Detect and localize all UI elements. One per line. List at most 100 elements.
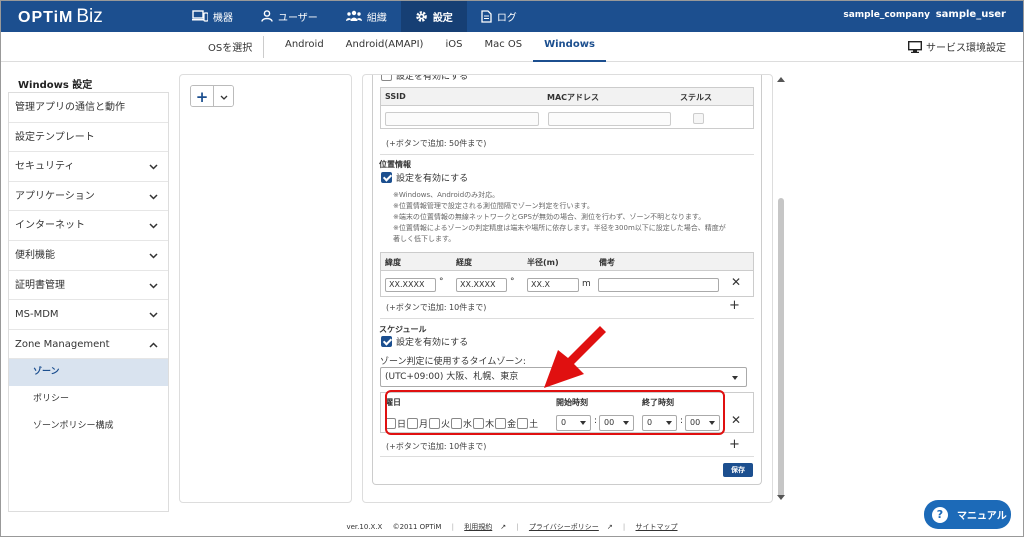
os-tabs: Android Android(AMAPI) iOS Mac OS Window… — [274, 32, 606, 62]
settings-form: 設定を有効にする SSID MACアドレス ステルス (+ボタンで追加: 50件… — [372, 75, 762, 485]
sidebar-item-utilities[interactable]: 便利機能 — [9, 241, 168, 271]
chevron-down-icon — [149, 164, 158, 170]
chevron-up-icon — [149, 342, 158, 348]
nav-settings-label: 設定 — [432, 12, 453, 24]
os-tab-row: OSを選択 Android Android(AMAPI) iOS Mac OS … — [0, 32, 1024, 62]
ssid-input[interactable] — [385, 112, 539, 126]
privacy-link[interactable]: プライバシーポリシー — [529, 523, 599, 531]
location-note-1: ※Windows、Androidのみ対応。 — [393, 191, 500, 199]
footer-separator: | — [516, 523, 519, 531]
chevron-down-icon — [149, 223, 158, 229]
tab-android[interactable]: Android — [274, 32, 335, 62]
wifi-enable-checkbox[interactable] — [381, 75, 392, 81]
nav-organization[interactable]: 組織 — [332, 0, 401, 32]
optim-biz-logo[interactable]: OPTiM Biz — [18, 6, 103, 28]
remarks-input[interactable] — [598, 278, 719, 292]
tab-macos[interactable]: Mac OS — [473, 32, 533, 62]
monitor-icon — [908, 40, 922, 53]
wifi-add-hint: (+ボタンで追加: 50件まで) — [386, 139, 487, 148]
os-select-label: OSを選択 — [208, 43, 253, 54]
scroll-up-icon[interactable] — [777, 76, 785, 82]
sidebar-subitem-zone-policy-config[interactable]: ゾーンポリシー構成 — [9, 413, 168, 440]
footer-separator: | — [622, 523, 626, 531]
scroll-down-icon[interactable] — [777, 495, 785, 501]
radius-input[interactable]: XX.X — [527, 278, 579, 292]
header-radius: 半径(m) — [527, 258, 559, 267]
sidebar-item-label: 便利機能 — [15, 249, 55, 261]
header-ssid: SSID — [385, 92, 406, 101]
add-button-group: + — [190, 85, 234, 107]
help-icon: ? — [932, 506, 948, 523]
manual-label: マニュアル — [957, 511, 1007, 522]
latitude-input[interactable]: XX.XXXX — [385, 278, 436, 292]
location-enable-label: 設定を有効にする — [396, 174, 469, 184]
sidebar-item-internet[interactable]: インターネット — [9, 211, 168, 241]
location-note-3: ※端末の位置情報の無線ネットワークとGPSが無効の場合、測位を行わず、ゾーン不明… — [393, 213, 706, 221]
sidebar-subitem-zone[interactable]: ゾーン — [9, 359, 168, 387]
sidebar-item-app-communication[interactable]: 管理アプリの通信と動作 — [9, 93, 168, 123]
add-schedule-row-icon[interactable]: + — [729, 437, 740, 452]
sidebar-item-applications[interactable]: アプリケーション — [9, 182, 168, 212]
header-longitude: 経度 — [456, 258, 472, 267]
remove-location-row-icon[interactable]: ✕ — [731, 275, 741, 289]
sidebar-item-zone-management[interactable]: Zone Management — [9, 330, 168, 360]
sidebar-item-certificates[interactable]: 証明書管理 — [9, 271, 168, 301]
company-name[interactable]: sample_company — [843, 10, 930, 20]
mac-address-input[interactable] — [548, 112, 671, 126]
user-icon — [261, 10, 273, 22]
tab-android-amapi[interactable]: Android(AMAPI) — [335, 32, 435, 62]
sidebar-item-ms-mdm[interactable]: MS-MDM — [9, 300, 168, 330]
location-note-4: ※位置情報によるゾーンの判定精度は端末や場所に依存します。半径を300m以下に設… — [393, 224, 726, 232]
caret-down-icon — [732, 376, 738, 380]
sidebar-item-templates[interactable]: 設定テンプレート — [9, 123, 168, 153]
footer: ver.10.X.X ©2011 OPTiM | 利用規約 ↗ | プライバシーポ… — [0, 522, 1024, 532]
user-name[interactable]: sample_user — [936, 9, 1006, 20]
stealth-checkbox[interactable] — [693, 113, 704, 124]
nav-users[interactable]: ユーザー — [247, 0, 332, 32]
header-remarks: 備考 — [599, 258, 615, 267]
schedule-enable-checkbox[interactable] — [381, 336, 392, 347]
tab-ios[interactable]: iOS — [434, 32, 473, 62]
sitemap-link[interactable]: サイトマップ — [636, 523, 678, 531]
nav-devices-label: 機器 — [213, 12, 233, 24]
gear-icon — [416, 10, 427, 22]
add-zone-button[interactable]: + — [191, 86, 213, 106]
longitude-input[interactable]: XX.XXXX — [456, 278, 507, 292]
os-divider — [263, 36, 264, 58]
nav-organization-label: 組織 — [366, 12, 387, 24]
nav-settings[interactable]: 設定 — [400, 0, 467, 32]
manual-button[interactable]: ? マニュアル — [924, 500, 1011, 529]
log-icon — [481, 9, 492, 23]
external-link-icon: ↗ — [500, 523, 507, 531]
remove-schedule-row-icon[interactable]: ✕ — [731, 413, 741, 427]
save-button[interactable]: 保存 — [723, 463, 753, 477]
add-location-row-icon[interactable]: + — [729, 298, 740, 313]
sidebar-subitem-policy[interactable]: ポリシー — [9, 386, 168, 413]
radius-meter-unit: m — [582, 279, 591, 289]
location-add-hint: (+ボタンで追加: 10件まで) — [386, 303, 487, 312]
vertical-scrollbar[interactable] — [776, 74, 786, 503]
location-enable-checkbox[interactable] — [381, 172, 392, 183]
latitude-degree-unit: ° — [439, 277, 444, 287]
add-options-dropdown[interactable] — [213, 86, 233, 106]
wifi-table: SSID MACアドレス ステルス — [380, 87, 754, 129]
nav-devices[interactable]: 機器 — [178, 0, 247, 32]
service-settings-link[interactable]: サービス環境設定 — [908, 39, 1006, 54]
zone-settings-panel: 設定を有効にする SSID MACアドレス ステルス (+ボタンで追加: 50件… — [362, 74, 773, 503]
nav-log[interactable]: ログ — [467, 0, 531, 32]
divider — [380, 318, 754, 319]
timezone-label: ゾーン判定に使用するタイムゾーン: — [380, 357, 526, 367]
location-section-title: 位置情報 — [379, 160, 411, 169]
sidebar-item-security[interactable]: セキュリティ — [9, 152, 168, 182]
chevron-down-icon — [149, 283, 158, 289]
terms-link[interactable]: 利用規約 — [464, 523, 492, 531]
chevron-down-icon — [149, 194, 158, 200]
sidebar-item-label: 設定テンプレート — [15, 131, 95, 143]
header-stealth: ステルス — [680, 93, 712, 102]
scrollbar-thumb[interactable] — [778, 198, 784, 498]
divider — [380, 154, 754, 155]
device-icon — [192, 10, 208, 22]
tab-windows[interactable]: Windows — [533, 32, 606, 62]
location-note-5: 著しく低下します。 — [393, 235, 456, 243]
footer-separator: | — [451, 523, 454, 531]
